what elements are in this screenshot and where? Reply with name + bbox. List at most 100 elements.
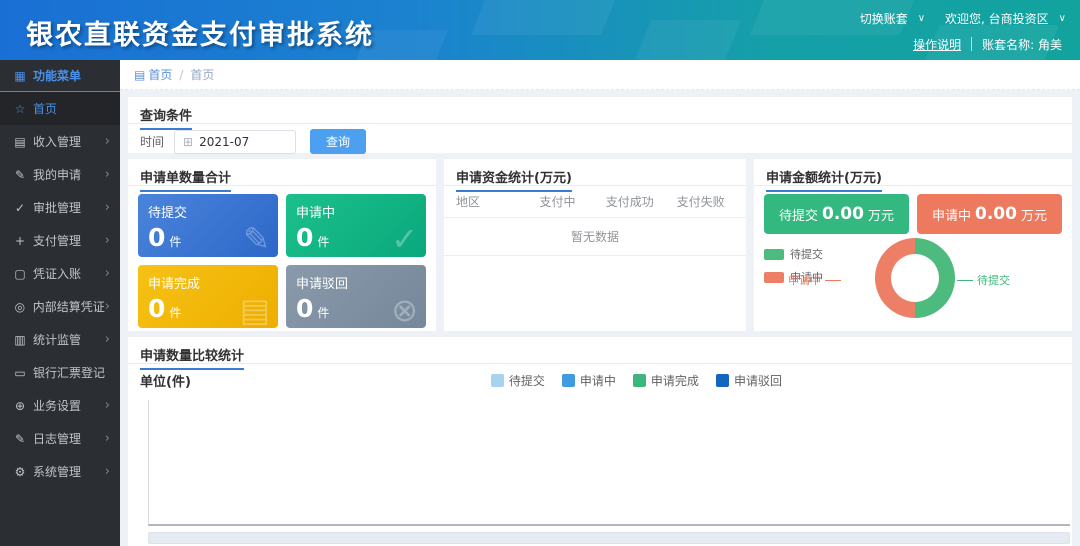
stat-card-value: 0 [296,294,313,323]
legend-swatch [764,272,784,283]
amount-panel-header: 申请金额统计(万元) [754,159,1072,186]
sidebar-item-log[interactable]: ✎ 日志管理 › [0,422,120,455]
edit-document-icon: ✎ [243,223,270,255]
chevron-down-icon[interactable]: ∨ [918,13,925,24]
stat-card-value: 0 [148,223,165,252]
sidebar-item-label: 银行汇票登记 [33,364,105,381]
gear-icon: ⚙ [13,465,27,479]
sidebar-menu-header[interactable]: ▦ 功能菜单 [0,60,120,92]
stat-card-value: 0 [148,294,165,323]
stat-card-unit: 件 [169,306,181,320]
legend-item-pending[interactable]: 待提交 [491,372,545,389]
chevron-right-icon: › [105,233,110,248]
legend-swatch [491,374,504,387]
stat-card-label: 申请中 [296,202,416,221]
bar-chart-plot-area [148,400,1070,526]
amount-panel-title: 申请金额统计(万元) [766,167,882,192]
leader-line [825,280,841,281]
amount-badge-pending: 待提交 0.00 万元 [764,194,909,234]
sidebar-item-my-applications[interactable]: ✎ 我的申请 › [0,158,120,191]
sidebar-item-system[interactable]: ⚙ 系统管理 › [0,455,120,488]
y-axis-unit-label: 单位(件) [140,371,191,390]
chevron-right-icon: › [105,464,110,479]
badge-label: 待提交 [779,205,818,224]
document-reject-icon: ⊗ [391,294,418,326]
pencil-icon: ✎ [13,168,27,182]
query-panel: 查询条件 时间 ⊞ 2021-07 查询 [128,97,1072,153]
breadcrumb-root[interactable]: 首页 [148,66,172,83]
query-panel-title: 查询条件 [140,105,192,130]
app-title: 银农直联资金支付审批系统 [26,13,374,52]
sidebar-item-approval[interactable]: ✓ 审批管理 › [0,191,120,224]
document-icon: ▤ [240,294,270,326]
header-decoration [629,20,741,60]
grid-icon: ▦ [13,69,27,83]
plus-icon: + [13,234,27,248]
page-icon: ▤ [134,68,145,82]
stat-card-label: 申请完成 [148,273,268,292]
badge-value: 0.00 [975,204,1017,224]
donut-chart [875,238,955,318]
sidebar-item-voucher-entry[interactable]: ▢ 凭证入账 › [0,257,120,290]
stat-card-unit: 件 [169,235,181,249]
query-panel-header: 查询条件 [128,97,1072,124]
sidebar-item-business-settings[interactable]: ⊕ 业务设置 › [0,389,120,422]
sidebar-item-statistics[interactable]: ▥ 统计监管 › [0,323,120,356]
briefcase-icon: ▢ [13,267,27,281]
sidebar-item-label: 我的申请 [33,166,81,183]
stat-cards: 待提交 0件 ✎ 申请中 0件 ✓ 申请完成 0件 ▤ 申请驳回 0件 ⊗ [128,186,436,328]
funds-panel: 申请资金统计(万元) 地区 支付中 支付成功 支付失败 暂无数据 [444,159,746,331]
chart-datazoom-slider[interactable] [148,532,1070,544]
stat-card-pending: 待提交 0件 ✎ [138,194,278,257]
query-form: 时间 ⊞ 2021-07 查询 [128,124,1072,154]
amount-badge-processing: 申请中 0.00 万元 [917,194,1062,234]
column-header: 支付成功 [592,193,667,210]
legend-item-rejected[interactable]: 申请驳回 [716,372,782,389]
chevron-right-icon: › [105,200,110,215]
summary-panel: 申请单数量合计 待提交 0件 ✎ 申请中 0件 ✓ 申请完成 0件 ▤ 申请驳回 [128,159,436,331]
legend-label: 待提交 [509,372,545,389]
badge-label: 申请中 [932,205,971,224]
legend-label: 申请中 [580,372,616,389]
legend-swatch [562,374,575,387]
time-input[interactable]: ⊞ 2021-07 [174,130,296,154]
legend-swatch [716,374,729,387]
operation-guide-link[interactable]: 操作说明 [913,36,961,53]
sidebar-item-label: 支付管理 [33,232,81,249]
stat-card-label: 待提交 [148,202,268,221]
sidebar-item-internal-settlement[interactable]: ◎ 内部结算凭证 › [0,290,120,323]
column-header: 支付中 [523,193,593,210]
sidebar-item-bank-draft[interactable]: ▭ 银行汇票登记 [0,356,120,389]
breadcrumb: ▤ 首页 / 首页 [120,60,1080,90]
header-user-area: 切换账套 ∨ 欢迎您, 台商投资区 ∨ 操作说明 账套名称: 角美 [860,6,1066,56]
sidebar-item-label: 日志管理 [33,430,81,447]
badge-unit: 万元 [868,205,894,224]
donut-chart-area: 待提交 申请中 申请中 待提交 [754,242,1072,331]
stat-card-processing: 申请中 0件 ✓ [286,194,426,257]
stat-card-label: 申请驳回 [296,273,416,292]
link-icon: ⊕ [13,399,27,413]
sidebar-item-home[interactable]: ☆ 首页 [0,92,120,125]
document-icon: ▤ [13,135,27,149]
stat-card-unit: 件 [317,235,329,249]
sidebar-item-label: 审批管理 [33,199,81,216]
legend-item-pending[interactable]: 待提交 [764,246,823,262]
legend-item-completed[interactable]: 申请完成 [633,372,699,389]
chevron-down-icon[interactable]: ∨ [1059,13,1066,24]
funds-panel-title: 申请资金统计(万元) [456,167,572,192]
legend-item-processing[interactable]: 申请中 [562,372,616,389]
star-icon: ☆ [13,102,27,116]
legend-swatch [764,249,784,260]
switch-account-dropdown[interactable]: 切换账套 [860,10,908,27]
donut-label-pending: 待提交 [957,272,1010,288]
summary-panel-title: 申请单数量合计 [140,167,231,192]
sidebar-item-payment[interactable]: + 支付管理 › [0,224,120,257]
chevron-right-icon: › [105,398,110,413]
search-button[interactable]: 查询 [310,129,366,154]
sidebar-item-income[interactable]: ▤ 收入管理 › [0,125,120,158]
welcome-user-dropdown[interactable]: 欢迎您, 台商投资区 [945,10,1049,27]
legend-label: 待提交 [790,246,823,262]
chevron-right-icon: › [105,266,110,281]
stat-card-unit: 件 [317,306,329,320]
stat-card-value: 0 [296,223,313,252]
